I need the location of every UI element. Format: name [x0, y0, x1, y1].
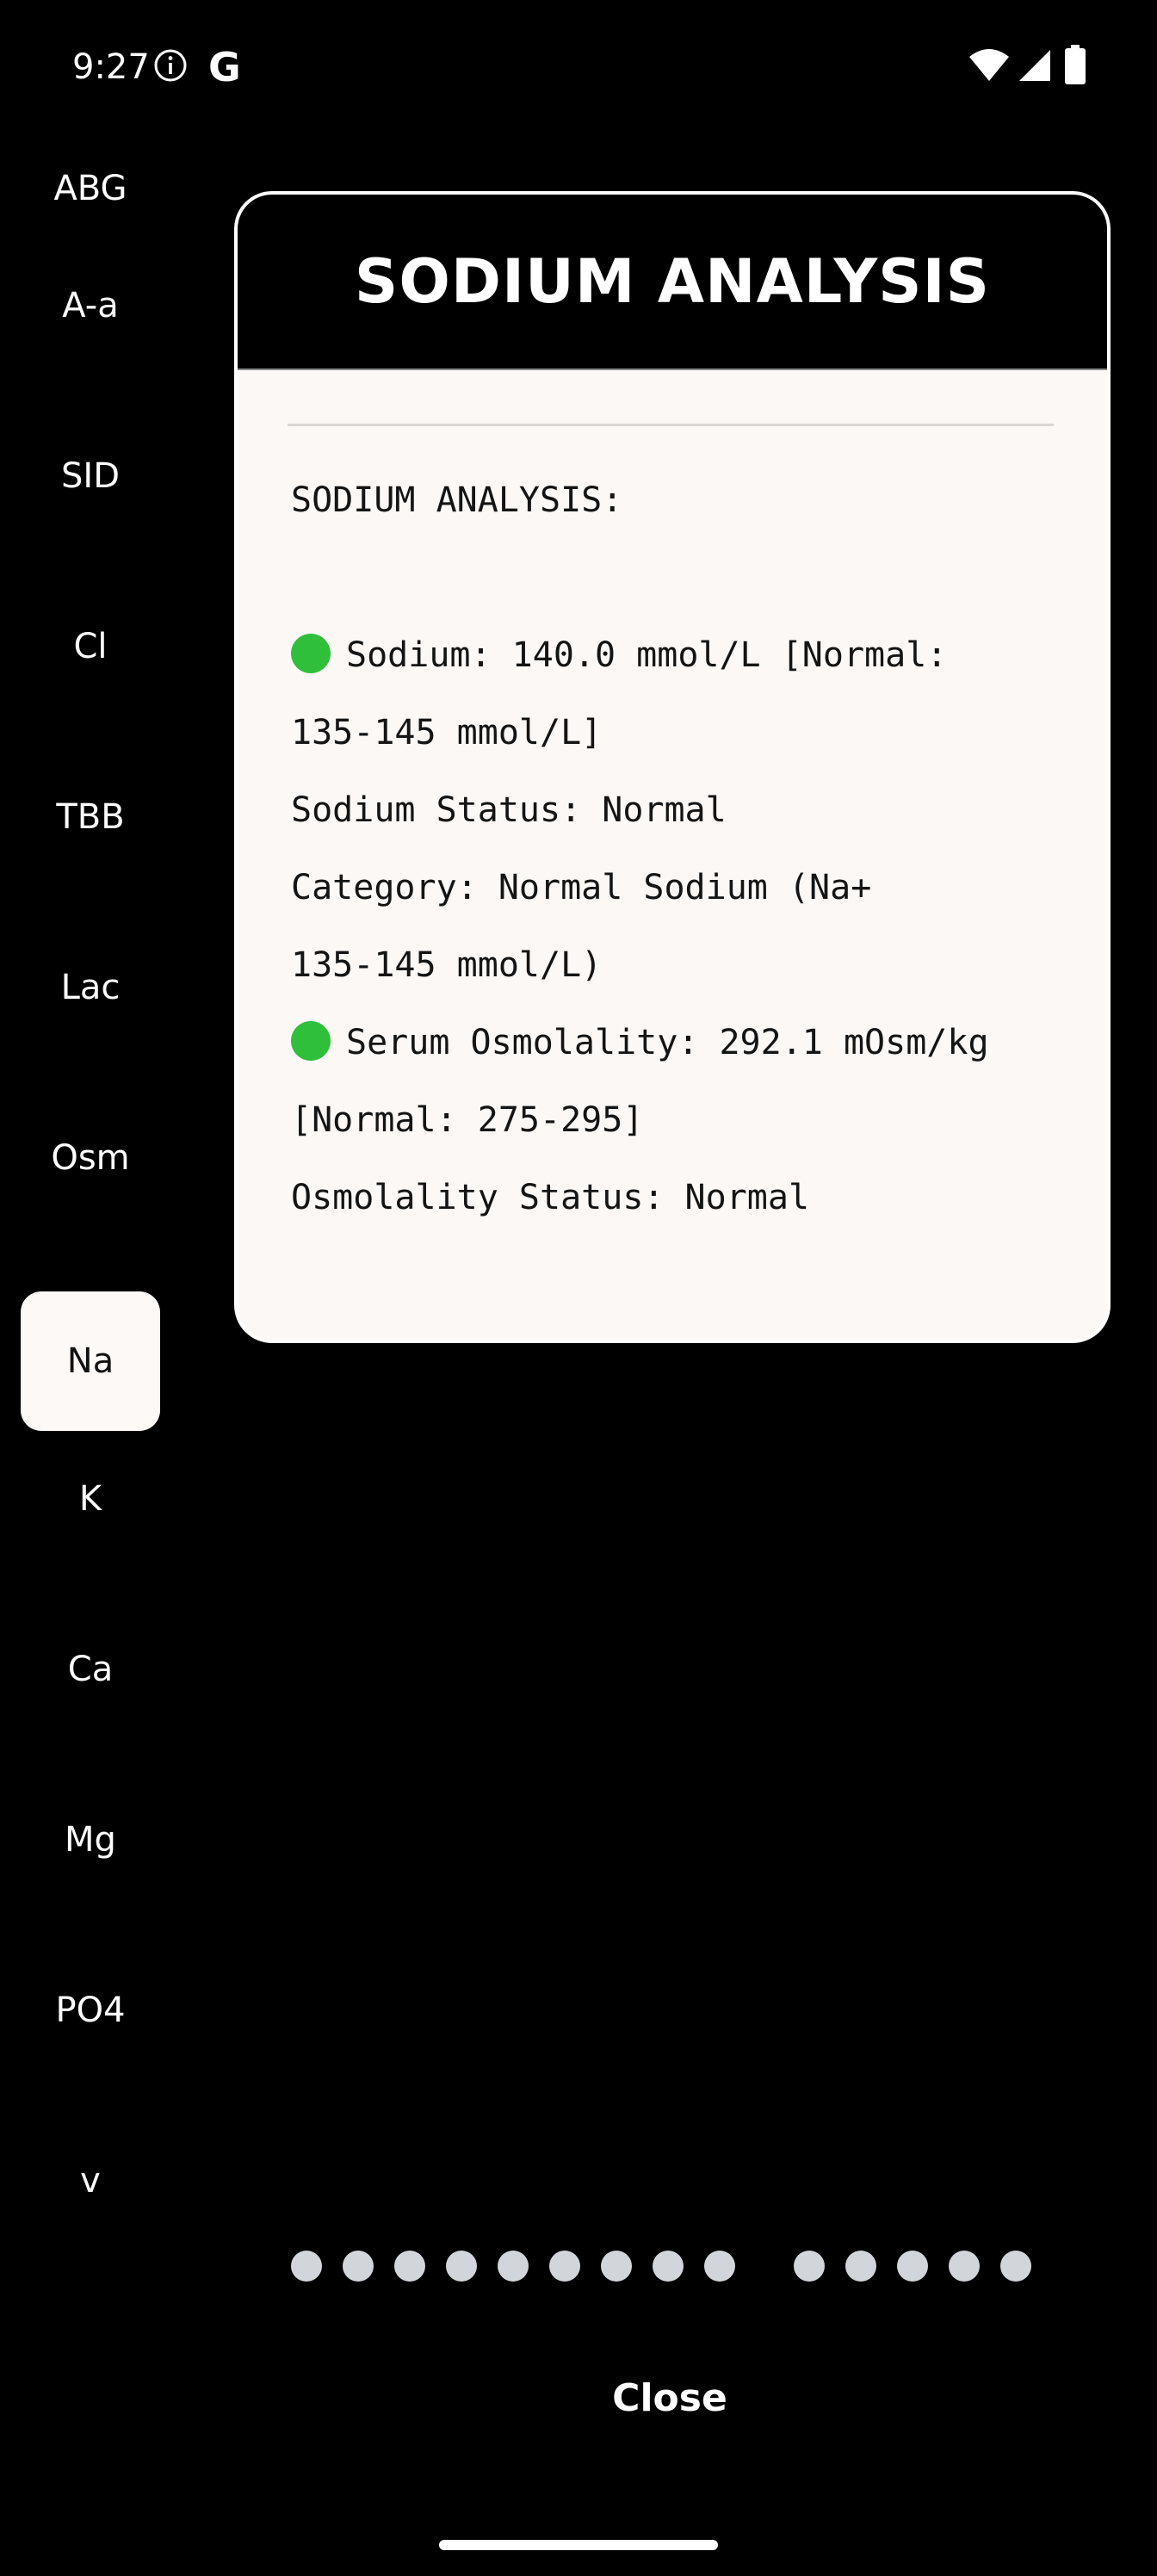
page-dot[interactable] [949, 2251, 980, 2282]
page-indicator [291, 2251, 1066, 2282]
rail-item-more[interactable]: v [21, 2142, 160, 2220]
dialog-header: SODIUM ANALYSIS [238, 195, 1107, 370]
sodium-status-line: Sodium Status: Normal [291, 790, 727, 830]
rail-item-mg[interactable]: Mg [21, 1801, 160, 1879]
rail-item-label: K [78, 1479, 102, 1519]
page-dot[interactable] [549, 2251, 580, 2282]
status-time: 9:27 [72, 47, 150, 87]
rail-item-label: Mg [65, 1820, 116, 1860]
page-dot[interactable] [343, 2251, 374, 2282]
page-dot[interactable] [897, 2251, 928, 2282]
analysis-dialog: SODIUM ANALYSIS SODIUM ANALYSIS: Sodium:… [234, 191, 1111, 1343]
page-dot[interactable] [704, 2251, 735, 2282]
rail-item-na[interactable]: Na [21, 1291, 160, 1431]
home-gesture-handle[interactable] [439, 2540, 718, 2550]
rail-item-a-a[interactable]: A-a [21, 267, 160, 344]
osmolality-value-text: Serum Osmolality: 292.1 mOsm/kg [346, 1023, 989, 1062]
battery-icon [1065, 45, 1086, 84]
rail-item-label: TBB [56, 797, 125, 837]
sodium-value-text: Sodium: 140.0 mmol/L [Normal: [346, 635, 948, 675]
osmolality-status-line: Osmolality Status: Normal [291, 1178, 810, 1217]
rail-item-label: Na [66, 1341, 114, 1381]
rail-item-label: Cl [73, 627, 108, 666]
page-dot[interactable] [845, 2251, 876, 2282]
rail-item-label: Lac [60, 968, 121, 1007]
rail-item-label: Ca [67, 1650, 114, 1689]
dialog-title: SODIUM ANALYSIS [354, 246, 991, 317]
sodium-line: Sodium: 140.0 mmol/L [Normal: [291, 616, 1066, 694]
rail-item-label: SID [61, 456, 120, 496]
analysis-text: SODIUM ANALYSIS: Sodium: 140.0 mmol/L [N… [291, 461, 1066, 1236]
rail-item-osm[interactable]: Osm [21, 1119, 160, 1197]
page-dot[interactable] [1000, 2251, 1031, 2282]
rail-item-ca[interactable]: Ca [21, 1631, 160, 1708]
wifi-icon [969, 49, 1009, 81]
close-button[interactable]: Close [534, 2368, 806, 2428]
page-dot[interactable] [601, 2251, 632, 2282]
rail-item-tbb[interactable]: TBB [21, 778, 160, 856]
page-dot[interactable] [794, 2251, 825, 2282]
rail-item-label: Osm [51, 1138, 130, 1178]
left-nav-rail: ABG A-a SID Cl TBB Lac Osm Na K Ca Mg PO… [0, 129, 181, 2264]
rail-item-label: ABG [53, 169, 127, 208]
signal-icon [1019, 50, 1050, 81]
rail-item-sid[interactable]: SID [21, 437, 160, 515]
page-dot[interactable] [498, 2251, 529, 2282]
category-line: Category: Normal Sodium (Na+ [291, 868, 872, 907]
page-dot[interactable] [653, 2251, 684, 2282]
sodium-range-line: 135-145 mmol/L] [291, 713, 603, 752]
rail-item-k[interactable]: K [21, 1460, 160, 1538]
rail-item-label: v [80, 2161, 101, 2201]
close-button-label: Close [612, 2375, 727, 2420]
green-circle-icon [291, 1021, 331, 1061]
rail-item-po4[interactable]: PO4 [21, 1972, 160, 2049]
divider [288, 424, 1054, 426]
rail-item-cl[interactable]: Cl [21, 608, 160, 685]
osmolality-range-line: [Normal: 275-295] [291, 1100, 644, 1140]
info-icon [154, 49, 187, 82]
status-bar: 9:27 G [0, 0, 1157, 129]
page-dot[interactable] [394, 2251, 425, 2282]
rail-item-abg[interactable]: ABG [21, 129, 160, 208]
rail-item-label: PO4 [55, 1991, 126, 2030]
page-dot[interactable] [291, 2251, 322, 2282]
google-icon: G [208, 44, 241, 90]
osmolality-line: Serum Osmolality: 292.1 mOsm/kg [291, 1004, 1066, 1081]
page-dot[interactable] [446, 2251, 477, 2282]
rail-item-lac[interactable]: Lac [21, 949, 160, 1026]
analysis-heading: SODIUM ANALYSIS: [291, 480, 623, 520]
rail-item-label: A-a [62, 286, 119, 325]
category-range-line: 135-145 mmol/L) [291, 945, 603, 985]
green-circle-icon [291, 634, 331, 673]
